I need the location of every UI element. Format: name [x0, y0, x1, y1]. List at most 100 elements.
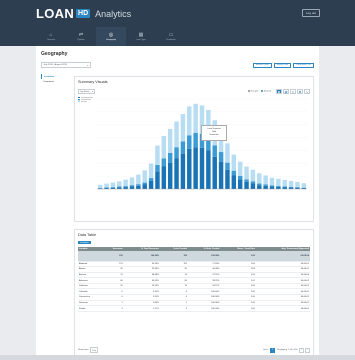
- next-page-icon[interactable]: ›: [305, 347, 310, 353]
- side-item-companies[interactable]: Companies: [41, 79, 69, 84]
- bar-segment[interactable]: [288, 186, 294, 188]
- bar-segment[interactable]: [180, 141, 186, 154]
- bar-segment[interactable]: [123, 186, 128, 188]
- bar-segment[interactable]: [167, 162, 173, 189]
- bar-segment[interactable]: [218, 161, 224, 189]
- bar-segment[interactable]: [97, 184, 103, 189]
- bar-segment[interactable]: [142, 170, 147, 183]
- bar-segment[interactable]: [104, 187, 109, 189]
- bar-segment[interactable]: [225, 162, 230, 170]
- bar-segment[interactable]: [123, 179, 128, 187]
- bar-segment[interactable]: [187, 106, 192, 136]
- bar-segment[interactable]: [231, 154, 237, 171]
- nav-loan-type[interactable]: ▦ Loan Type: [126, 27, 156, 46]
- bar-segment[interactable]: [174, 147, 179, 159]
- bar-segment[interactable]: [301, 183, 307, 188]
- prev-page-icon[interactable]: ‹: [299, 347, 304, 353]
- bar-segment[interactable]: [180, 114, 186, 142]
- bar-segment[interactable]: [110, 182, 116, 188]
- bar-segment[interactable]: [174, 158, 179, 189]
- bar-segment[interactable]: [276, 186, 281, 189]
- bar-segment[interactable]: [250, 183, 256, 189]
- bar-segment[interactable]: [117, 181, 122, 187]
- bar-segment[interactable]: [244, 166, 249, 180]
- bar-segment[interactable]: [237, 161, 243, 176]
- bar-segment[interactable]: [148, 163, 154, 179]
- bar-segment[interactable]: [129, 185, 135, 187]
- table-row[interactable]: Florida 3 1.97% 3 100.00% 1.00 00:00:01: [78, 305, 310, 312]
- bar-segment[interactable]: [263, 184, 268, 186]
- nav-production[interactable]: ▭ Production: [156, 27, 186, 46]
- bar-segment[interactable]: [250, 169, 256, 182]
- bar-segment[interactable]: [136, 185, 141, 189]
- bar-segment[interactable]: [225, 143, 230, 163]
- bar-segment[interactable]: [237, 179, 243, 189]
- bar-segment[interactable]: [212, 145, 217, 157]
- bar-segment[interactable]: [237, 175, 243, 180]
- bar-segment[interactable]: [282, 186, 287, 188]
- bar-segment[interactable]: [276, 178, 281, 186]
- bar-segment[interactable]: [142, 182, 147, 185]
- bar-segment[interactable]: [193, 132, 198, 148]
- bar-segment[interactable]: [104, 183, 109, 188]
- bar-segment[interactable]: [206, 150, 211, 189]
- bar-segment[interactable]: [199, 147, 205, 189]
- bar-segment[interactable]: [167, 128, 173, 153]
- page-input[interactable]: 1: [269, 347, 276, 353]
- bar-segment[interactable]: [288, 180, 294, 187]
- bar-segment[interactable]: [129, 186, 135, 189]
- bar-segment[interactable]: [193, 103, 198, 133]
- nav-overview[interactable]: ⌂ Overview: [36, 27, 66, 46]
- bar-segment[interactable]: [276, 185, 281, 187]
- bar-segment[interactable]: [212, 156, 217, 189]
- period-select[interactable]: July 2014 - August 2015 ▾: [41, 62, 91, 68]
- bar-segment[interactable]: [161, 158, 167, 167]
- bar-segment[interactable]: [257, 185, 262, 189]
- bar-segment[interactable]: [244, 181, 249, 189]
- bar-segment[interactable]: [282, 187, 287, 189]
- bar-segment[interactable]: [136, 184, 141, 186]
- bar-segment[interactable]: [161, 135, 167, 159]
- bar-segment[interactable]: [148, 178, 154, 181]
- download-pdf-button[interactable]: Download PDF: [293, 62, 314, 68]
- bar-segment[interactable]: [295, 181, 300, 188]
- bar-segment[interactable]: [180, 153, 186, 189]
- bar-segment[interactable]: [187, 135, 192, 149]
- bar-segment[interactable]: [129, 177, 135, 186]
- bar-segment[interactable]: [244, 179, 249, 182]
- bar-segment[interactable]: [155, 171, 160, 189]
- bar-segment[interactable]: [123, 187, 128, 189]
- bar-segment[interactable]: [225, 169, 230, 189]
- bar-segment[interactable]: [155, 164, 160, 172]
- bar-segment[interactable]: [117, 187, 122, 189]
- bar-segment[interactable]: [288, 187, 294, 189]
- bar-segment[interactable]: [231, 170, 237, 176]
- bar-segment[interactable]: [155, 145, 160, 165]
- bar-segment[interactable]: [263, 185, 268, 189]
- refresh-data-button[interactable]: Refresh Data: [252, 62, 272, 68]
- bar-segment[interactable]: [193, 147, 198, 189]
- export-data-button[interactable]: Export Data: [273, 62, 292, 68]
- bar-segment[interactable]: [263, 175, 268, 185]
- bar-segment[interactable]: [167, 153, 173, 163]
- bar-segment[interactable]: [231, 175, 237, 190]
- bar-segment[interactable]: [110, 187, 116, 188]
- bar-segment[interactable]: [282, 180, 287, 187]
- nav-pipeline[interactable]: ⇄ Pipeline: [66, 27, 96, 46]
- table-tag[interactable]: Locations: [78, 241, 91, 244]
- bar-segment[interactable]: [136, 174, 141, 185]
- bar-segment[interactable]: [250, 181, 256, 184]
- bar-segment[interactable]: [269, 185, 275, 187]
- bar-segment[interactable]: [117, 186, 122, 188]
- bar-segment[interactable]: [269, 186, 275, 189]
- bar-segment[interactable]: [257, 173, 262, 184]
- bar-segment[interactable]: [161, 166, 167, 190]
- rows-per-page-select[interactable]: 10 ▾: [90, 347, 99, 353]
- logo[interactable]: LOAN HD Analytics: [36, 6, 131, 21]
- bar-segment[interactable]: [142, 184, 147, 190]
- bar-segment[interactable]: [148, 180, 154, 189]
- bar-segment[interactable]: [218, 152, 224, 162]
- bar-segment[interactable]: [187, 148, 192, 189]
- bar-segment[interactable]: [174, 121, 179, 148]
- nav-geography[interactable]: ◎ Geography: [96, 27, 126, 46]
